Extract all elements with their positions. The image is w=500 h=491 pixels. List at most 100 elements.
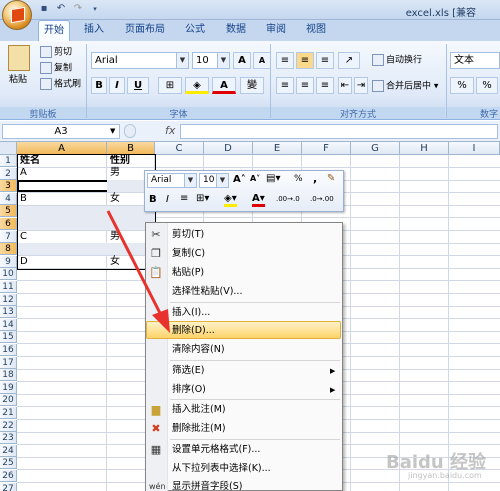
row-header-21[interactable]: 21 (0, 407, 17, 419)
column-header-g[interactable]: G (351, 142, 400, 155)
row-header-19[interactable]: 19 (0, 381, 17, 394)
mini-border-icon[interactable]: ⊞▾ (196, 193, 209, 204)
italic-button[interactable]: I (109, 77, 125, 94)
column-header-d[interactable]: D (204, 142, 253, 155)
align-bottom-button[interactable]: ≡ (316, 52, 334, 69)
mini-bold-button[interactable]: B (149, 194, 157, 205)
row-header-18[interactable]: 18 (0, 369, 17, 382)
increase-indent-button[interactable]: ⇥ (354, 77, 368, 94)
cell-b1[interactable]: 性别 (108, 155, 130, 167)
save-icon[interactable]: ▪ (38, 3, 50, 15)
menu-item-filter[interactable]: 筛选(E) (172, 362, 204, 379)
mini-currency-button[interactable]: ▤▾ (266, 173, 280, 184)
decrease-indent-button[interactable]: ⇤ (338, 77, 352, 94)
font-color-button[interactable]: A (212, 77, 236, 94)
percent-button[interactable]: % (476, 77, 498, 94)
font-size-combo[interactable]: 10 ▼ (192, 52, 230, 69)
align-center-button[interactable]: ≡ (296, 77, 314, 94)
accounting-format-button[interactable]: % (450, 77, 474, 94)
cell-a1[interactable]: 姓名 (18, 155, 40, 167)
name-box[interactable]: A3 (2, 124, 120, 139)
tab-home[interactable]: 开始 (38, 20, 70, 41)
paste-button[interactable]: 粘贴 (9, 74, 27, 86)
row-header-20[interactable]: 20 (0, 394, 17, 407)
column-header-c[interactable]: C (155, 142, 204, 155)
orientation-button[interactable]: ↗ (338, 52, 360, 69)
row-header-24[interactable]: 24 (0, 444, 17, 457)
formula-input[interactable] (180, 124, 498, 139)
mini-increase-decimal-button[interactable]: .00→.0 (276, 195, 300, 203)
align-middle-button[interactable]: ≡ (296, 52, 314, 69)
row-header-4[interactable]: 4 (0, 192, 17, 205)
mini-align-center-icon[interactable]: ≡ (180, 193, 188, 204)
cell-a9[interactable]: D (18, 256, 28, 268)
mini-format-painter-icon[interactable]: ✎ (327, 173, 335, 184)
grow-font-button[interactable]: A (233, 52, 251, 69)
menu-item-delete-comment[interactable]: 删除批注(M) (172, 420, 226, 437)
cell-a7[interactable]: C (18, 231, 27, 243)
row-header-26[interactable]: 26 (0, 470, 17, 482)
wrap-text-button[interactable]: 自动换行 (372, 54, 422, 67)
row-header-27[interactable]: 27 (0, 482, 17, 491)
row-header-12[interactable]: 12 (0, 293, 17, 306)
tab-insert[interactable]: 插入 (80, 20, 108, 41)
menu-item-sort[interactable]: 排序(O) (172, 381, 206, 398)
row-header-25[interactable]: 25 (0, 457, 17, 470)
tab-data[interactable]: 数据 (223, 20, 249, 41)
align-right-button[interactable]: ≡ (316, 77, 334, 94)
row-header-15[interactable]: 15 (0, 331, 17, 344)
menu-item-pick-from-list[interactable]: 从下拉列表中选择(K)... (172, 460, 271, 477)
tab-review[interactable]: 审阅 (263, 20, 289, 41)
tab-page-layout[interactable]: 页面布局 (120, 20, 170, 41)
menu-item-format-cells[interactable]: 设置单元格格式(F)... (172, 441, 260, 458)
row-header-16[interactable]: 16 (0, 344, 17, 356)
menu-item-insert-comment[interactable]: 插入批注(M) (172, 401, 226, 418)
row-header-17[interactable]: 17 (0, 356, 17, 369)
row-header-5[interactable]: 5 (0, 205, 17, 218)
mini-grow-font-button[interactable]: A˄ (233, 174, 246, 185)
cut-button[interactable]: 剪切 (40, 46, 72, 59)
mini-size-combo[interactable]: 10 ▼ (199, 173, 229, 188)
shrink-font-button[interactable]: A (253, 52, 271, 69)
column-header-a[interactable]: A (17, 142, 107, 155)
copy-button[interactable]: 复制 (40, 62, 72, 75)
row-header-8[interactable]: 8 (0, 243, 17, 256)
format-painter-button[interactable]: 格式刷 (40, 78, 81, 91)
column-header-f[interactable]: F (302, 142, 351, 155)
mini-comma-button[interactable]: , (313, 172, 317, 185)
mini-font-combo[interactable]: Arial ▼ (147, 173, 197, 188)
row-header-2[interactable]: 2 (0, 167, 17, 180)
column-header-i[interactable]: I (449, 142, 500, 155)
row-header-6[interactable]: 6 (0, 218, 17, 230)
mini-shrink-font-button[interactable]: A˅ (250, 174, 260, 183)
border-button[interactable]: ⊞ (158, 77, 182, 94)
menu-item-clear-contents[interactable]: 清除内容(N) (172, 341, 225, 358)
select-all-corner[interactable] (0, 142, 17, 155)
row-header-22[interactable]: 22 (0, 419, 17, 432)
column-header-h[interactable]: H (400, 142, 449, 155)
phonetic-button[interactable]: 變 (240, 77, 264, 94)
row-header-1[interactable]: 1 (0, 155, 17, 167)
align-left-button[interactable]: ≡ (276, 77, 294, 94)
row-header-10[interactable]: 10 (0, 268, 17, 281)
cell-a2[interactable]: A (18, 167, 27, 179)
number-format-combo[interactable]: 文本 (450, 52, 500, 69)
fx-icon[interactable]: fx (165, 124, 175, 137)
mini-italic-button[interactable]: I (166, 194, 169, 205)
column-header-b[interactable]: B (107, 142, 155, 155)
row-header-13[interactable]: 13 (0, 306, 17, 319)
cell-a4[interactable]: B (18, 193, 27, 205)
cell-b2[interactable]: 男 (108, 167, 120, 179)
underline-button[interactable]: U (127, 77, 149, 94)
undo-icon[interactable]: ↶ (55, 3, 67, 15)
align-top-button[interactable]: ≡ (276, 52, 294, 69)
row-header-9[interactable]: 9 (0, 255, 17, 268)
menu-item-show-phonetic[interactable]: 显示拼音字段(S) (172, 478, 242, 491)
mini-fill-color-icon[interactable]: ◈▾ (224, 193, 237, 207)
row-header-7[interactable]: 7 (0, 230, 17, 243)
row-header-3[interactable]: 3 (0, 180, 17, 193)
name-box-dropdown-icon[interactable]: ▼ (110, 127, 115, 135)
mini-percent-button[interactable]: % (294, 174, 303, 184)
redo-icon[interactable]: ↷ (72, 3, 84, 15)
row-header-14[interactable]: 14 (0, 318, 17, 331)
